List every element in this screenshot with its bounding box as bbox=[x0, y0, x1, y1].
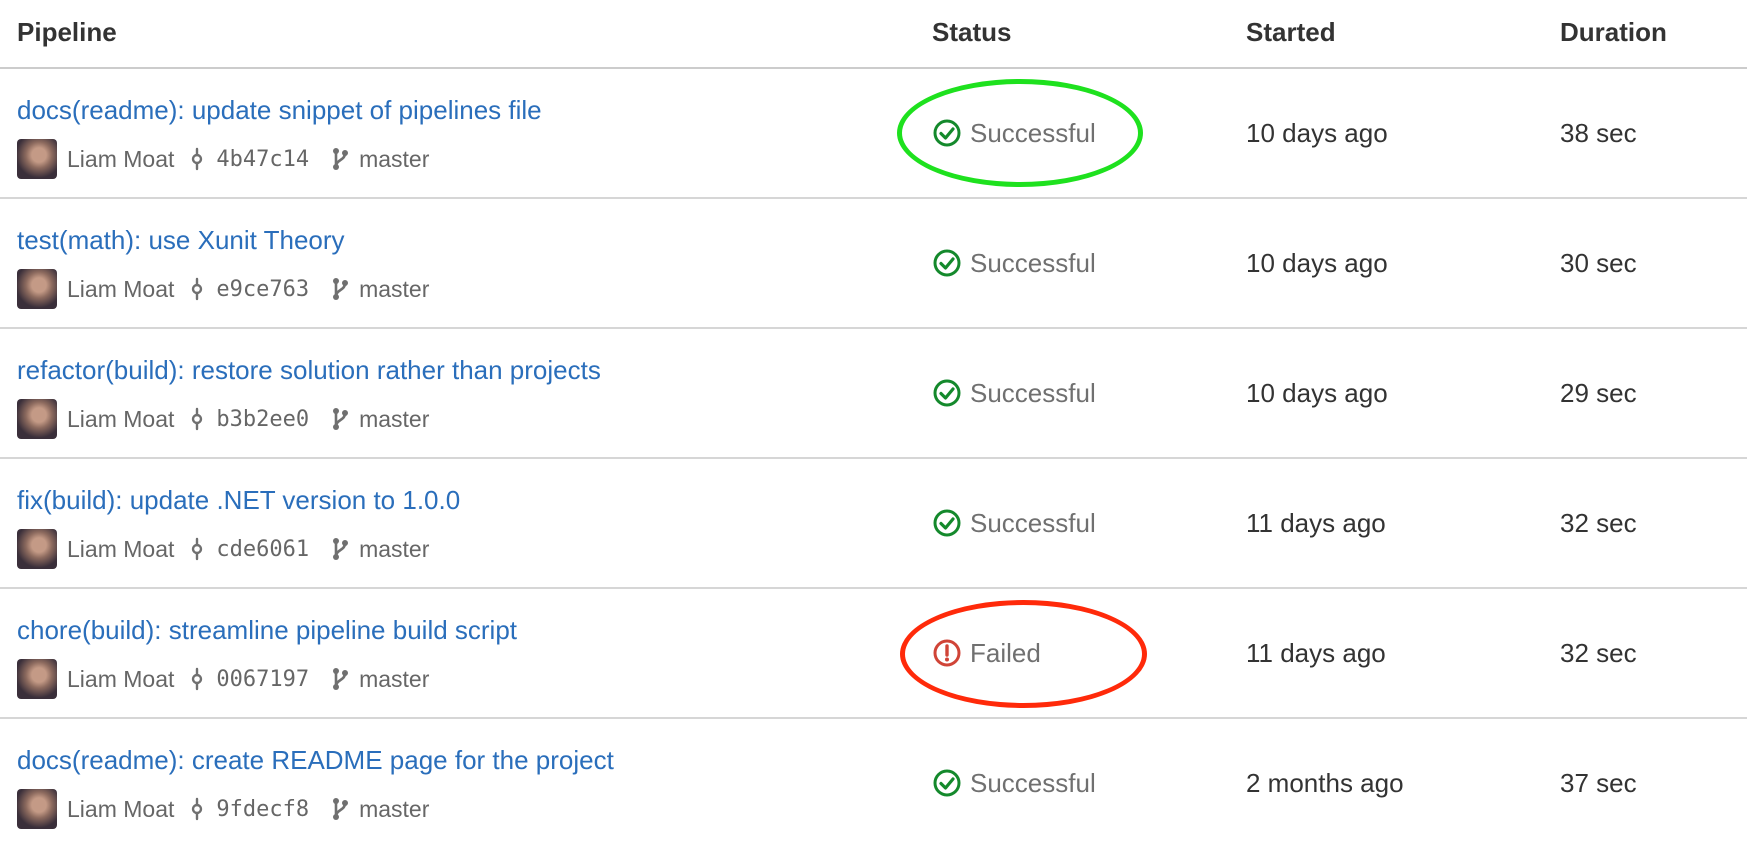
header-started: Started bbox=[1246, 17, 1336, 47]
status-text: Successful bbox=[970, 767, 1096, 798]
author-name[interactable]: Liam Moat bbox=[67, 666, 174, 693]
pipeline-row: docs(readme): update snippet of pipeline… bbox=[0, 69, 1747, 199]
pipeline-title-link[interactable]: refactor(build): restore solution rather… bbox=[17, 355, 601, 386]
table-header: Pipeline Status Started Duration bbox=[0, 0, 1747, 69]
author-name[interactable]: Liam Moat bbox=[67, 796, 174, 823]
pipeline-row: refactor(build): restore solution rather… bbox=[0, 329, 1747, 459]
author-avatar[interactable] bbox=[17, 399, 57, 439]
commit-icon bbox=[188, 667, 206, 691]
commit-hash-link[interactable]: e9ce763 bbox=[216, 277, 309, 302]
commit-hash-link[interactable]: cde6061 bbox=[216, 537, 309, 562]
author-avatar[interactable] bbox=[17, 529, 57, 569]
status-badge[interactable]: Successful bbox=[932, 329, 1096, 457]
check-circle-icon bbox=[932, 508, 962, 538]
check-circle-icon bbox=[932, 768, 962, 798]
pipeline-meta: Liam Moat e9ce763 master bbox=[17, 269, 429, 309]
branch-icon bbox=[331, 537, 349, 561]
pipeline-title-link[interactable]: docs(readme): update snippet of pipeline… bbox=[17, 95, 542, 126]
started-time: 10 days ago bbox=[1246, 247, 1388, 278]
header-status: Status bbox=[932, 17, 1012, 47]
author-avatar[interactable] bbox=[17, 139, 57, 179]
pipeline-title-link[interactable]: docs(readme): create README page for the… bbox=[17, 745, 614, 776]
commit-hash-link[interactable]: b3b2ee0 bbox=[216, 407, 309, 432]
started-time: 10 days ago bbox=[1246, 377, 1388, 408]
pipelines-table: Pipeline Status Started Duration docs(re… bbox=[0, 0, 1747, 847]
pipeline-row: fix(build): update .NET version to 1.0.0… bbox=[0, 459, 1747, 589]
started-time: 11 days ago bbox=[1246, 637, 1386, 668]
status-badge[interactable]: Successful bbox=[932, 69, 1096, 197]
branch-link[interactable]: master bbox=[359, 536, 429, 563]
author-avatar[interactable] bbox=[17, 269, 57, 309]
author-name[interactable]: Liam Moat bbox=[67, 406, 174, 433]
branch-link[interactable]: master bbox=[359, 276, 429, 303]
branch-link[interactable]: master bbox=[359, 146, 429, 173]
header-pipeline: Pipeline bbox=[17, 17, 117, 47]
pipeline-meta: Liam Moat 0067197 master bbox=[17, 659, 429, 699]
branch-icon bbox=[331, 797, 349, 821]
commit-icon bbox=[188, 147, 206, 171]
status-badge[interactable]: Successful bbox=[932, 459, 1096, 587]
duration-value: 37 sec bbox=[1560, 767, 1637, 798]
author-avatar[interactable] bbox=[17, 659, 57, 699]
commit-icon bbox=[188, 537, 206, 561]
pipeline-title-link[interactable]: chore(build): streamline pipeline build … bbox=[17, 615, 517, 646]
pipeline-title-link[interactable]: fix(build): update .NET version to 1.0.0 bbox=[17, 485, 460, 516]
duration-value: 32 sec bbox=[1560, 507, 1637, 538]
pipeline-row: chore(build): streamline pipeline build … bbox=[0, 589, 1747, 719]
status-text: Successful bbox=[970, 377, 1096, 408]
pipeline-meta: Liam Moat cde6061 master bbox=[17, 529, 429, 569]
check-circle-icon bbox=[932, 118, 962, 148]
status-text: Successful bbox=[970, 507, 1096, 538]
status-text: Failed bbox=[970, 637, 1041, 668]
commit-hash-link[interactable]: 9fdecf8 bbox=[216, 797, 309, 822]
pipeline-row: docs(readme): create README page for the… bbox=[0, 719, 1747, 847]
branch-icon bbox=[331, 407, 349, 431]
pipeline-meta: Liam Moat 9fdecf8 master bbox=[17, 789, 429, 829]
exclamation-circle-icon bbox=[932, 638, 962, 668]
branch-icon bbox=[331, 147, 349, 171]
commit-icon bbox=[188, 797, 206, 821]
author-name[interactable]: Liam Moat bbox=[67, 536, 174, 563]
check-circle-icon bbox=[932, 378, 962, 408]
branch-link[interactable]: master bbox=[359, 666, 429, 693]
pipeline-meta: Liam Moat b3b2ee0 master bbox=[17, 399, 429, 439]
branch-icon bbox=[331, 667, 349, 691]
pipeline-title-link[interactable]: test(math): use Xunit Theory bbox=[17, 225, 345, 256]
status-text: Successful bbox=[970, 117, 1096, 148]
status-badge[interactable]: Successful bbox=[932, 199, 1096, 327]
commit-icon bbox=[188, 407, 206, 431]
check-circle-icon bbox=[932, 248, 962, 278]
branch-link[interactable]: master bbox=[359, 406, 429, 433]
pipeline-row: test(math): use Xunit Theory Liam Moat e… bbox=[0, 199, 1747, 329]
status-text: Successful bbox=[970, 247, 1096, 278]
started-time: 11 days ago bbox=[1246, 507, 1386, 538]
status-badge[interactable]: Successful bbox=[932, 719, 1096, 847]
author-name[interactable]: Liam Moat bbox=[67, 146, 174, 173]
commit-icon bbox=[188, 277, 206, 301]
duration-value: 32 sec bbox=[1560, 637, 1637, 668]
author-avatar[interactable] bbox=[17, 789, 57, 829]
branch-link[interactable]: master bbox=[359, 796, 429, 823]
commit-hash-link[interactable]: 4b47c14 bbox=[216, 147, 309, 172]
duration-value: 38 sec bbox=[1560, 117, 1637, 148]
branch-icon bbox=[331, 277, 349, 301]
pipeline-meta: Liam Moat 4b47c14 master bbox=[17, 139, 429, 179]
table-body: docs(readme): update snippet of pipeline… bbox=[0, 69, 1747, 847]
status-badge[interactable]: Failed bbox=[932, 589, 1041, 717]
started-time: 2 months ago bbox=[1246, 767, 1404, 798]
duration-value: 30 sec bbox=[1560, 247, 1637, 278]
author-name[interactable]: Liam Moat bbox=[67, 276, 174, 303]
commit-hash-link[interactable]: 0067197 bbox=[216, 667, 309, 692]
header-duration: Duration bbox=[1560, 17, 1667, 47]
started-time: 10 days ago bbox=[1246, 117, 1388, 148]
duration-value: 29 sec bbox=[1560, 377, 1637, 408]
